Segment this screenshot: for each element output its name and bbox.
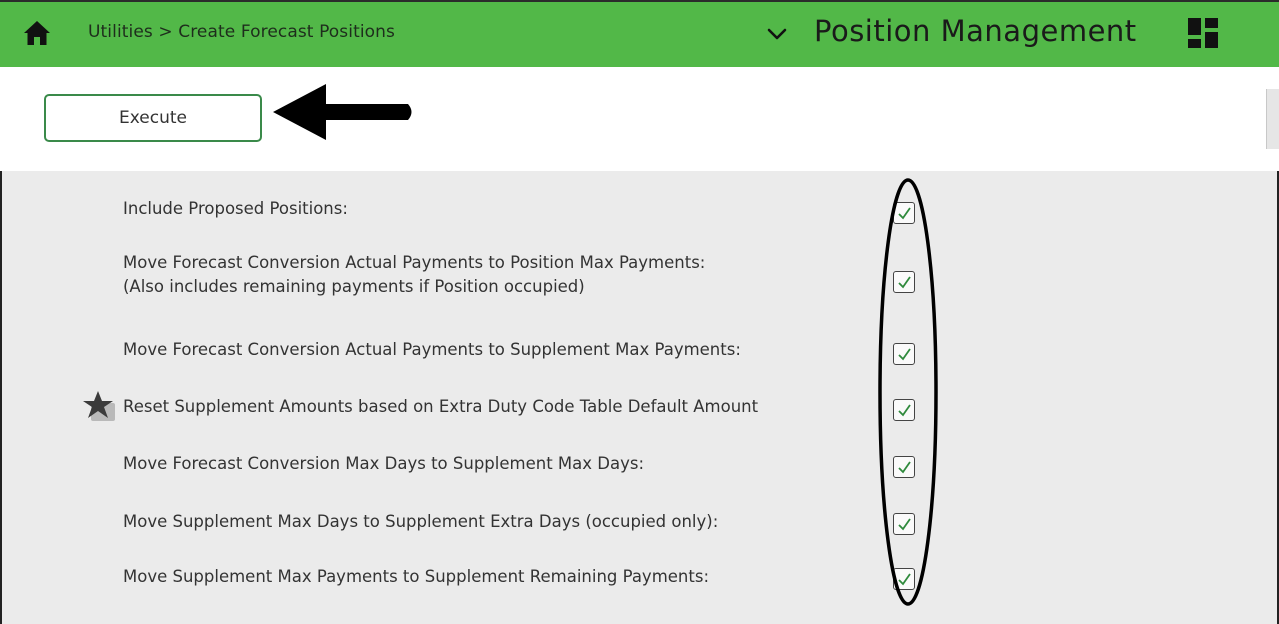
checkmark-icon — [897, 275, 911, 288]
breadcrumb[interactable]: Utilities > Create Forecast Positions — [88, 22, 395, 42]
chevron-down-icon[interactable] — [766, 26, 788, 42]
app-title: Position Management — [814, 14, 1137, 48]
toolbar: Execute — [0, 67, 1279, 171]
option-label-actual-to-supplement-max: Move Forecast Conversion Actual Payments… — [123, 340, 741, 359]
home-icon[interactable] — [22, 18, 52, 48]
execute-button[interactable]: Execute — [44, 94, 262, 142]
option-label-reset-supplement: Reset Supplement Amounts based on Extra … — [123, 397, 759, 416]
checkmark-icon — [897, 517, 911, 530]
checkmark-icon — [897, 347, 911, 360]
checkmark-icon — [897, 572, 911, 585]
option-label-main: Move Forecast Conversion Actual Payments… — [123, 253, 706, 272]
checkbox-remaining-payments[interactable] — [893, 568, 915, 590]
checkbox-extra-days[interactable] — [893, 513, 915, 535]
checkbox-reset-supplement[interactable] — [893, 399, 915, 421]
option-label-extra-days: Move Supplement Max Days to Supplement E… — [123, 512, 719, 531]
option-label-max-days: Move Forecast Conversion Max Days to Sup… — [123, 454, 644, 473]
header-bar: Utilities > Create Forecast Positions Po… — [0, 0, 1279, 67]
checkmark-icon — [897, 460, 911, 473]
options-panel: Include Proposed Positions: Move Forecas… — [2, 171, 1277, 624]
checkmark-icon — [897, 206, 911, 219]
option-label-include-proposed: Include Proposed Positions: — [123, 199, 348, 218]
checkmark-icon — [897, 403, 911, 416]
arrow-left-icon — [273, 84, 412, 140]
option-label-actual-to-position-max: Move Forecast Conversion Actual Payments… — [123, 251, 705, 299]
checkbox-max-days[interactable] — [893, 456, 915, 478]
scrollbar[interactable] — [1266, 89, 1279, 149]
dashboard-grid-icon[interactable] — [1186, 16, 1220, 50]
checkbox-include-proposed[interactable] — [893, 202, 915, 224]
highlight-ellipse — [878, 178, 938, 606]
option-label-sub: (Also includes remaining payments if Pos… — [123, 277, 585, 296]
checkbox-actual-to-supplement-max[interactable] — [893, 343, 915, 365]
star-icon[interactable] — [82, 389, 118, 423]
options-labels: Include Proposed Positions: Move Forecas… — [2, 171, 874, 624]
checkbox-actual-to-position-max[interactable] — [893, 271, 915, 293]
option-label-remaining-payments: Move Supplement Max Payments to Suppleme… — [123, 567, 710, 586]
